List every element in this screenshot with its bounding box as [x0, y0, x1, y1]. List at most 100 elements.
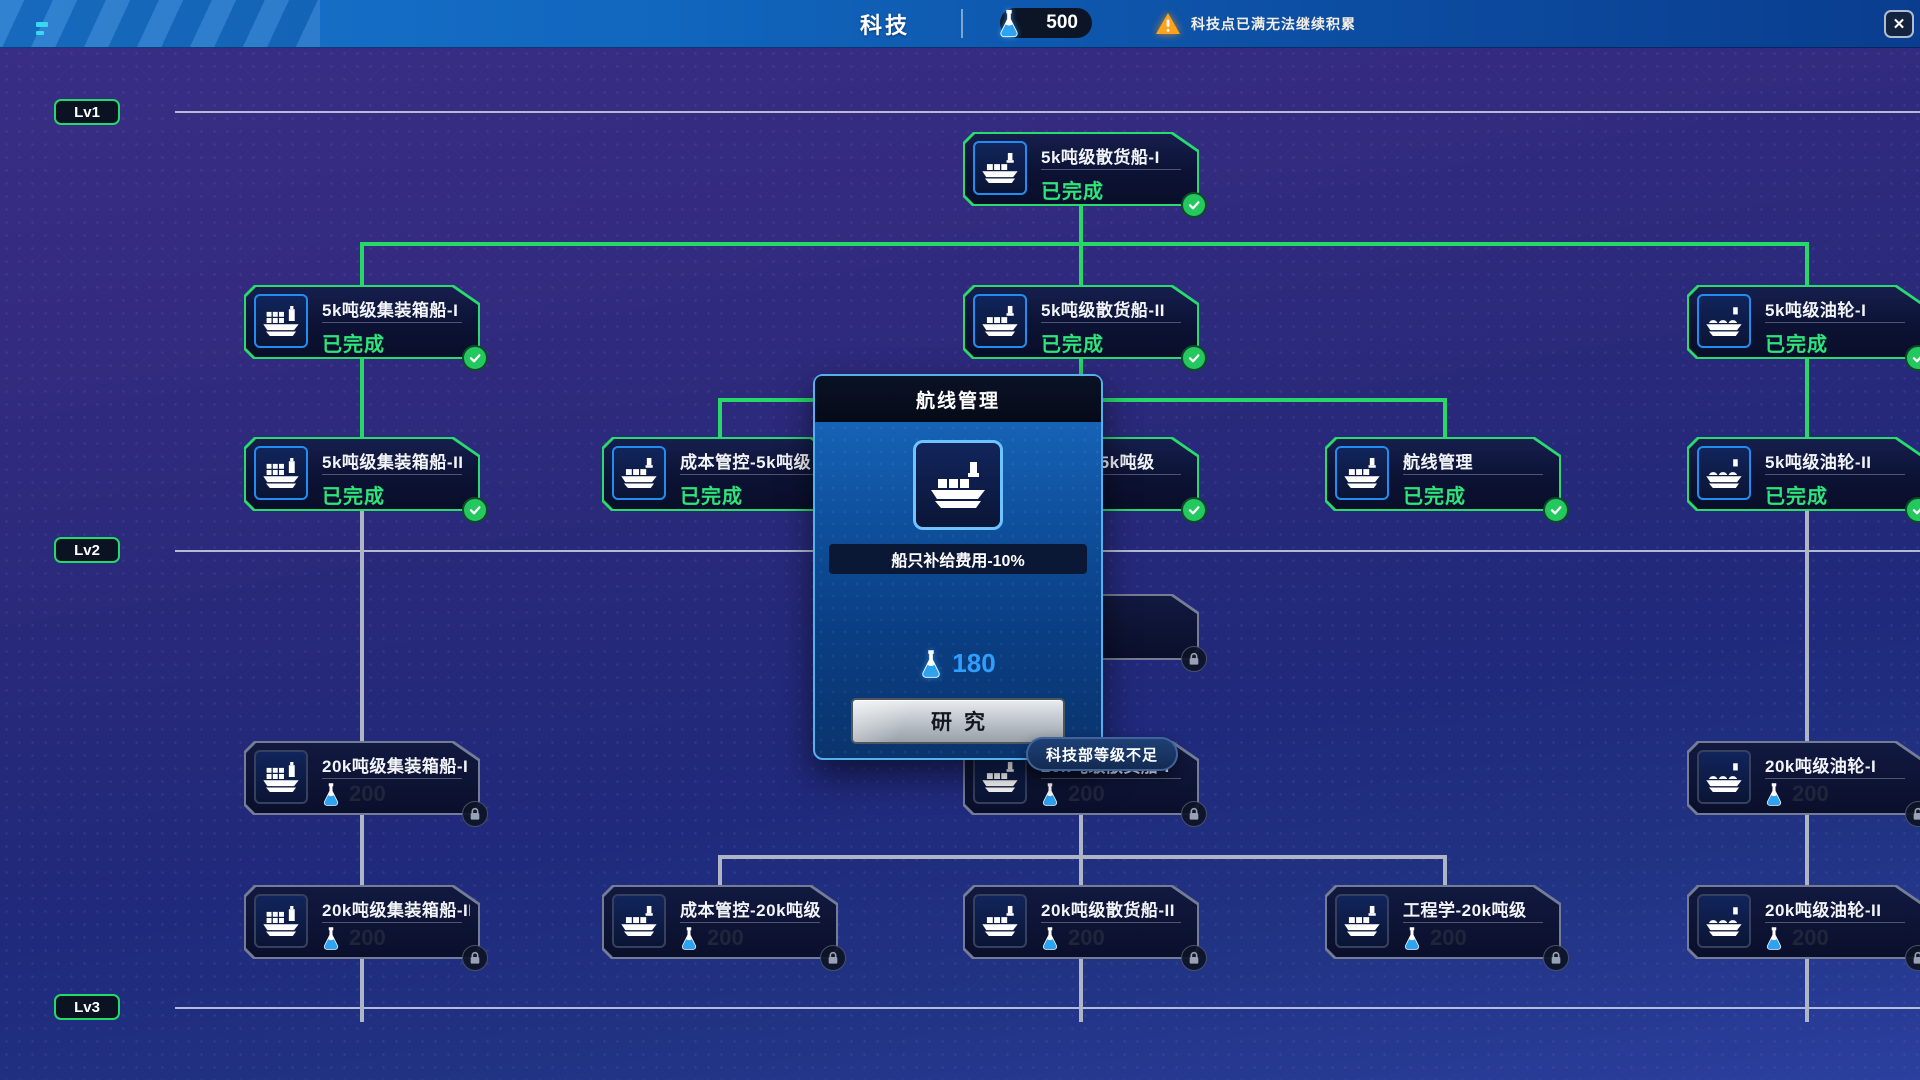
research-popup: 航线管理 船只补给费用-10% 180 研究 — [813, 374, 1103, 760]
connector-line — [1805, 814, 1809, 885]
level-badge-2: Lv2 — [54, 537, 120, 563]
lock-icon — [1905, 945, 1920, 971]
tech-node-cost-control-5k[interactable]: 成本管控-5k吨级 已完成 — [602, 437, 838, 511]
connector-line — [718, 859, 722, 885]
flask-icon — [322, 926, 340, 951]
level-line-1 — [175, 111, 1920, 113]
insufficient-level-tooltip: 科技部等级不足 — [1026, 737, 1178, 771]
node-title: 5k吨级散货船-II — [1041, 296, 1189, 321]
node-title: 航线管理 — [1403, 448, 1551, 473]
header-divider — [961, 9, 963, 38]
node-divider — [680, 922, 820, 923]
node-status: 已完成 — [1765, 480, 1828, 509]
tech-node-20k-container-ship-2[interactable]: 20k吨级集装箱船-II 200 — [244, 885, 480, 959]
warning-text: 科技点已满无法继续积累 — [1191, 14, 1356, 34]
flask-icon — [1403, 926, 1421, 951]
node-title: 20k吨级集装箱船-II — [322, 896, 470, 921]
bulk-ship-icon — [973, 141, 1027, 195]
tech-node-5k-tanker-2[interactable]: 5k吨级油轮-II 已完成 — [1687, 437, 1920, 511]
level-badge-1: Lv1 — [54, 99, 120, 125]
connector-line — [1079, 814, 1083, 857]
tech-node-engineering-20k[interactable]: 工程学-20k吨级 200 — [1325, 885, 1561, 959]
warning-banner: 科技点已满无法继续积累 — [1155, 0, 1356, 47]
connector-line — [718, 402, 722, 437]
node-title: 20k吨级集装箱船-I — [322, 752, 470, 777]
top-bar: 科技 500 科技点已满无法继续积累 ✕ — [0, 0, 1920, 48]
check-icon — [1181, 345, 1207, 371]
node-divider — [1041, 322, 1181, 323]
node-title: 5k吨级集装箱船-I — [322, 296, 470, 321]
connector-line — [360, 958, 364, 1022]
flask-icon — [998, 9, 1020, 38]
check-icon — [1181, 497, 1207, 523]
connector-line — [1805, 359, 1809, 437]
node-status: 已完成 — [1765, 328, 1828, 357]
lock-icon — [1181, 801, 1207, 827]
bulk-ship-icon — [1335, 894, 1389, 948]
node-divider — [322, 322, 462, 323]
tanker-ship-icon — [1697, 894, 1751, 948]
tech-node-20k-bulk-carrier-2[interactable]: 20k吨级散货船-II 200 — [963, 885, 1199, 959]
node-divider — [1041, 922, 1181, 923]
connector-line — [360, 359, 364, 437]
node-cost: 200 — [680, 925, 744, 951]
connector-line — [1079, 958, 1083, 1022]
bulk-ship-icon — [973, 894, 1027, 948]
node-status: 已完成 — [680, 480, 743, 509]
node-title: 20k吨级散货船-II — [1041, 896, 1189, 921]
tech-node-cost-control-20k[interactable]: 成本管控-20k吨级 200 — [602, 885, 838, 959]
connector-line — [1443, 859, 1447, 885]
node-divider — [1765, 778, 1905, 779]
node-title: 5k吨级油轮-I — [1765, 296, 1913, 321]
node-status: 已完成 — [1041, 175, 1104, 204]
check-icon — [462, 497, 488, 523]
level-line-3 — [175, 1007, 1920, 1009]
node-cost: 200 — [1765, 925, 1829, 951]
bulk-ship-icon — [1335, 446, 1389, 500]
flask-icon — [920, 649, 942, 679]
connector-line — [360, 242, 1809, 246]
node-divider — [1765, 922, 1905, 923]
check-icon — [1905, 497, 1920, 523]
tech-node-20k-container-ship-1[interactable]: 20k吨级集装箱船-I 200 — [244, 741, 480, 815]
flask-icon — [1041, 926, 1059, 951]
tech-node-20k-tanker-1[interactable]: 20k吨级油轮-I 200 — [1687, 741, 1920, 815]
node-divider — [1403, 474, 1543, 475]
bulk-ship-icon — [913, 440, 1003, 530]
tech-points-value: 500 — [1046, 12, 1078, 34]
tech-node-20k-tanker-2[interactable]: 20k吨级油轮-II 200 — [1687, 885, 1920, 959]
node-divider — [322, 922, 462, 923]
node-title: 成本管控-5k吨级 — [680, 448, 828, 473]
lock-icon — [1181, 945, 1207, 971]
lock-icon — [820, 945, 846, 971]
popup-title: 航线管理 — [815, 376, 1101, 422]
node-title: 5k吨级散货船-I — [1041, 143, 1189, 168]
tech-node-5k-bulk-carrier-1[interactable]: 5k吨级散货船-I 已完成 — [963, 132, 1199, 206]
tech-node-route-management[interactable]: 航线管理 已完成 — [1325, 437, 1561, 511]
check-icon — [1543, 497, 1569, 523]
page-title: 科技 — [820, 0, 950, 47]
level-badge-3: Lv3 — [54, 994, 120, 1020]
close-button[interactable]: ✕ — [1884, 10, 1914, 38]
lock-icon — [1905, 801, 1920, 827]
node-cost: 200 — [1041, 781, 1105, 807]
node-title: 工程学-20k吨级 — [1403, 896, 1551, 921]
popup-effect: 船只补给费用-10% — [829, 544, 1087, 574]
node-status: 已完成 — [322, 480, 385, 509]
lock-icon — [1181, 646, 1207, 672]
node-divider — [322, 778, 462, 779]
flask-icon — [680, 926, 698, 951]
tech-node-5k-bulk-carrier-2[interactable]: 5k吨级散货船-II 已完成 — [963, 285, 1199, 359]
research-button[interactable]: 研究 — [851, 698, 1065, 744]
connector-line — [360, 246, 364, 285]
node-divider — [1041, 169, 1181, 170]
check-icon — [1181, 192, 1207, 218]
tech-node-5k-container-ship-2[interactable]: 5k吨级集装箱船-II 已完成 — [244, 437, 480, 511]
flask-icon — [1041, 782, 1059, 807]
container-ship-icon — [254, 750, 308, 804]
tech-node-5k-tanker-1[interactable]: 5k吨级油轮-I 已完成 — [1687, 285, 1920, 359]
node-cost: 200 — [322, 781, 386, 807]
node-title: 成本管控-20k吨级 — [680, 896, 828, 921]
tech-node-5k-container-ship-1[interactable]: 5k吨级集装箱船-I 已完成 — [244, 285, 480, 359]
connector-line — [1079, 859, 1083, 885]
